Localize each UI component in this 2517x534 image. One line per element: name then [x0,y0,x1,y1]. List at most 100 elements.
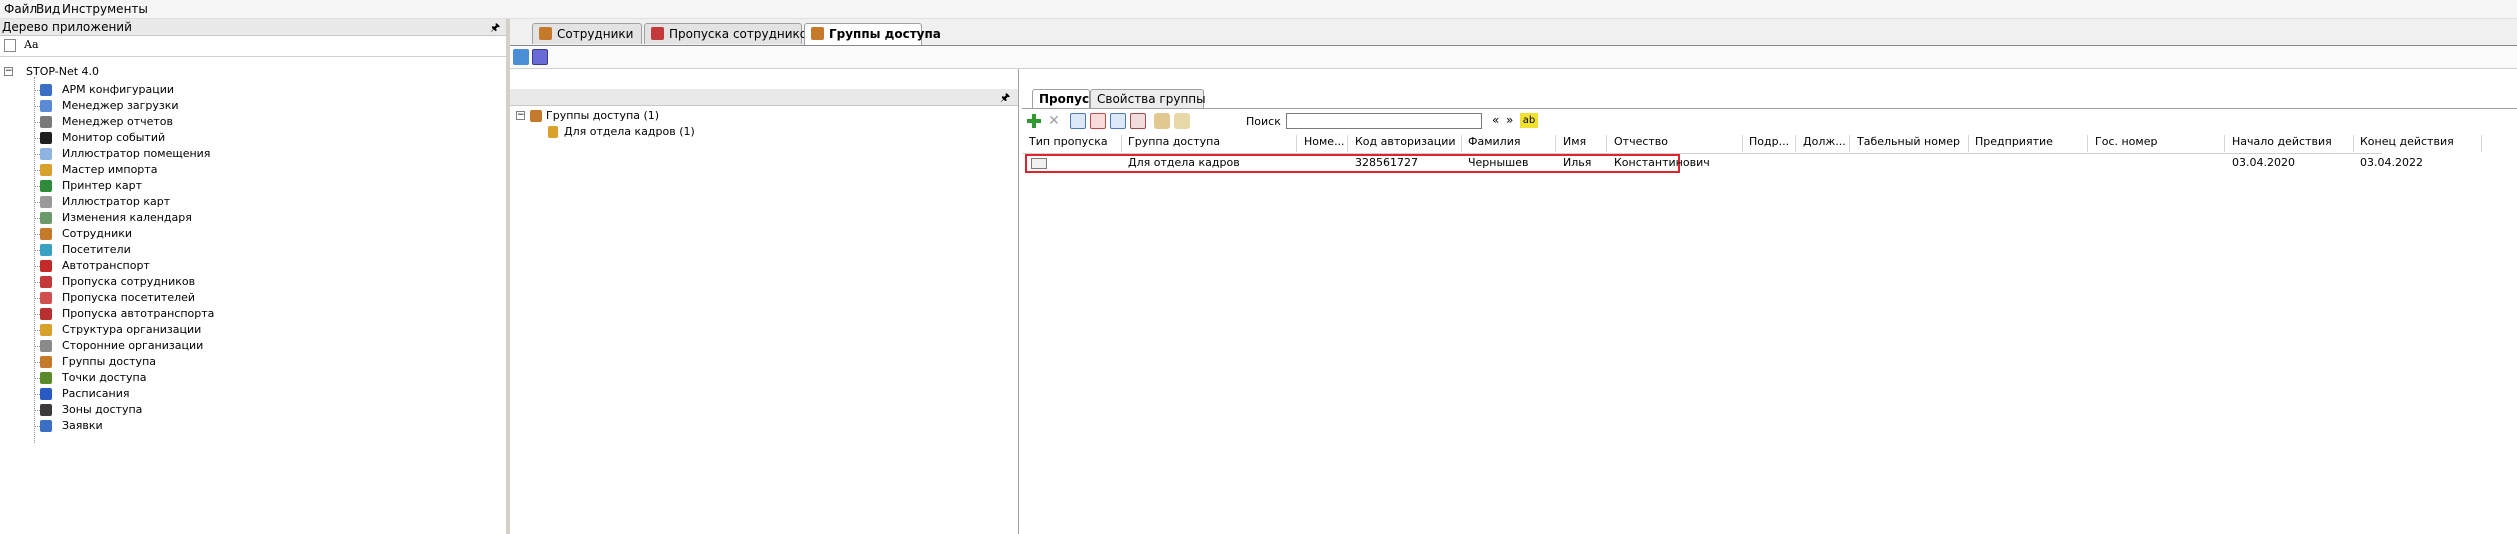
card-illustrator-icon [40,196,52,208]
passes-toolbar: ✕ Поиск « » ab [1022,108,2517,133]
settings-icon[interactable] [532,49,548,65]
pass-card-red-icon[interactable] [1090,113,1106,129]
tree-item-label: Иллюстратор помещения [62,147,211,160]
column-header[interactable]: Фамилия [1468,135,1556,152]
download-manager-icon [40,100,52,112]
app-tree-panel: Дерево приложений 🖈 Aa − STOP-Net 4.0 АР… [0,19,507,534]
config-icon [40,84,52,96]
groups-tree-child[interactable]: Для отдела кадров (1) [548,125,698,139]
pass-card-print-icon[interactable] [1130,113,1146,129]
column-header[interactable]: Подр... [1749,135,1796,152]
tree-item-label: Изменения календаря [62,211,192,224]
tree-item-label: Иллюстратор карт [62,195,171,208]
tree-item-label: Группы доступа [62,355,156,368]
tab-access-groups[interactable]: Группы доступа [804,23,941,45]
tree-item-label: Менеджер загрузки [62,99,179,112]
menu-bar: Файл Вид Инструменты [0,0,2517,19]
groups-pane-header: 🖈 [510,89,1018,106]
employees-icon [539,27,552,40]
tree-item-label: Сотрудники [62,227,133,240]
pass-card-blue-icon[interactable] [1110,113,1126,129]
employee-pass-icon [40,276,52,288]
pass-card-icon [1030,158,1047,169]
add-icon[interactable] [1026,113,1042,129]
tree-item-label: Расписания [62,387,130,400]
column-header[interactable]: Табельный номер [1857,135,1969,152]
menu-view[interactable]: Вид [36,2,60,16]
tree-item-label: Принтер карт [62,179,143,192]
main-toolbar [510,46,2517,69]
tree-item-label: Заявки [62,419,103,432]
column-header[interactable]: Долж... [1803,135,1850,152]
tree-guide-line [34,77,35,443]
tree-item-label: Автотранспорт [62,259,150,272]
column-header[interactable]: Гос. номер [2095,135,2225,152]
table-cell: 03.04.2022 [2360,156,2423,169]
tree-item-label: АРМ конфигурации [62,83,175,96]
menu-file[interactable]: Файл [4,2,37,16]
vehicle-icon [40,260,52,272]
table-cell [2095,156,2226,172]
collapse-icon[interactable]: − [4,67,13,76]
access-groups-icon [40,356,52,368]
lock-icon[interactable] [1154,113,1170,129]
column-header[interactable]: Имя [1563,135,1607,152]
sort-alpha-button[interactable]: Aa [24,38,39,51]
tab-passes[interactable]: Пропуска [1032,89,1105,109]
report-manager-icon [40,116,52,128]
column-header[interactable]: Конец действия [2360,135,2482,152]
refresh-icon[interactable] [513,49,529,65]
tab-employees[interactable]: Сотрудники [532,23,642,44]
calendar-icon [40,212,52,224]
table-cell [1803,156,1851,172]
external-org-icon [40,340,52,352]
app-tree-toolbar: Aa [0,36,506,57]
column-header[interactable]: Код авторизации [1355,135,1462,152]
tree-root-label: STOP-Net 4.0 [26,65,100,78]
collapse-all-icon[interactable] [4,39,16,52]
import-wizard-icon [40,164,52,176]
unlock-icon[interactable] [1174,113,1190,129]
match-case-toggle[interactable]: ab [1520,113,1538,128]
menu-tools[interactable]: Инструменты [62,2,148,16]
tab-employee-passes[interactable]: Пропуска сотрудников [644,23,814,44]
event-monitor-icon [40,132,52,144]
groups-tree-root[interactable]: − Группы доступа (1) [516,109,659,123]
search-next-icon[interactable]: » [1506,113,1513,127]
access-zones-icon [40,404,52,416]
column-header[interactable]: Группа доступа [1128,135,1297,152]
delete-icon[interactable]: ✕ [1046,113,1062,129]
search-label: Поиск [1246,115,1281,128]
table-cell [1857,156,1970,172]
tree-item-label: Посетители [62,243,131,256]
search-input[interactable] [1286,113,1482,129]
collapse-icon[interactable]: − [516,111,525,120]
app-tree-header: Дерево приложений 🖈 [0,19,506,36]
tree-item-label: Пропуска автотранспорта [62,307,215,320]
table-cell [1975,156,2089,172]
pass-card-icon[interactable] [1070,113,1086,129]
visitor-pass-icon [40,292,52,304]
app-tree-title: Дерево приложений [2,20,132,34]
tab-group-properties[interactable]: Свойства группы [1090,89,1206,108]
schedule-icon [40,388,52,400]
search-prev-icon[interactable]: « [1492,113,1499,127]
column-header[interactable]: Начало действия [2232,135,2354,152]
main-area: Сотрудники Пропуска сотрудников Группы д… [510,19,2517,534]
table-cell: Константинович [1614,156,1710,169]
tab-label: Группы доступа [829,27,941,41]
column-header[interactable]: Предприятие [1975,135,2088,152]
employee-pass-icon [651,27,664,40]
tree-item-label: Монитор событий [62,131,166,144]
column-header[interactable]: Отчество [1614,135,1743,152]
table-cell: Чернышев [1468,156,1529,169]
column-header[interactable]: Тип пропуска [1029,135,1122,152]
table-cell [1304,156,1349,172]
room-illustrator-icon [40,148,52,160]
tree-item-label: Сторонние организации [62,339,204,352]
groups-tree-child-label: Для отдела кадров (1) [564,125,695,138]
column-header[interactable]: Номе... [1304,135,1348,152]
pin-icon[interactable]: 🖈 [1000,89,1010,108]
tab-label: Сотрудники [557,27,634,41]
vehicle-pass-icon [40,308,52,320]
